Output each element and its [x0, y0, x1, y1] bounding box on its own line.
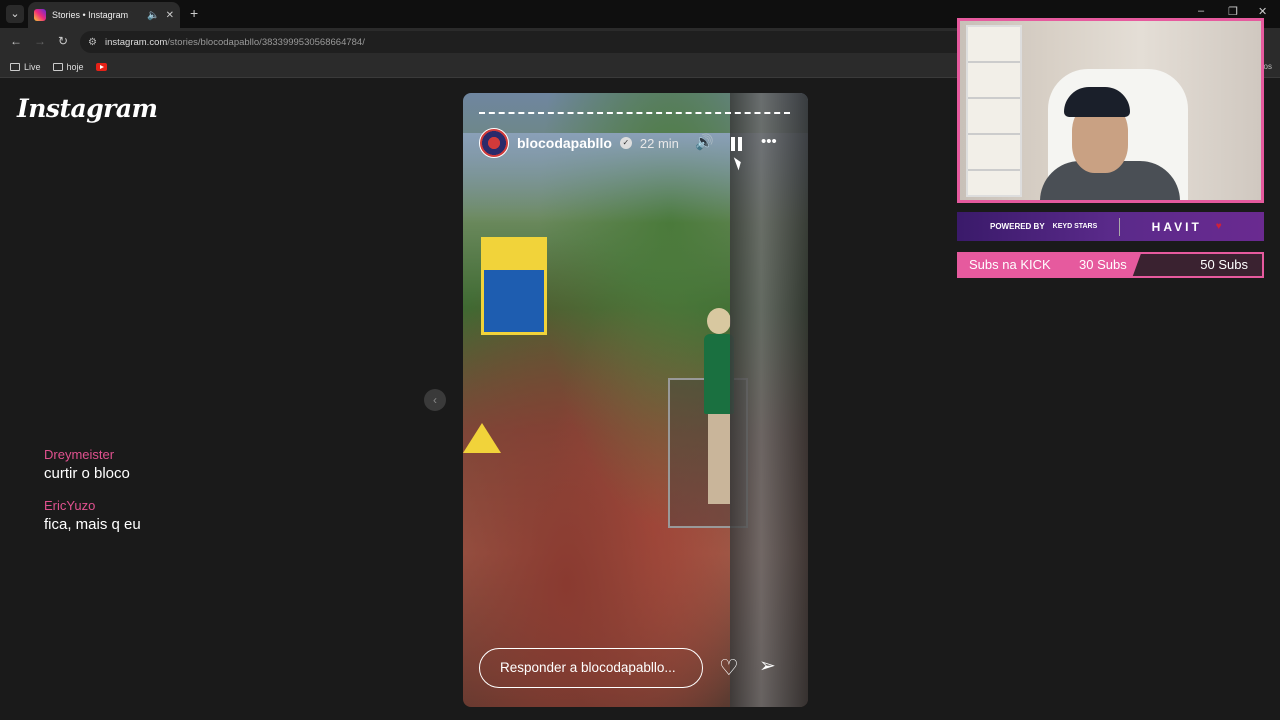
story-username[interactable]: blocodapabllo [517, 135, 612, 151]
folder-icon [10, 62, 20, 71]
window-close-icon[interactable]: ✕ [1258, 5, 1267, 18]
chat-text: fica, mais q eu [44, 516, 141, 533]
story-progress-bar [479, 112, 790, 114]
webcam-person-cap [1064, 87, 1130, 117]
powered-by-label: POWERED BY [990, 222, 1045, 231]
pause-icon[interactable] [731, 137, 742, 151]
tab-title: Stories • Instagram [52, 10, 129, 20]
youtube-icon [95, 62, 107, 71]
minimize-icon[interactable]: – [1198, 5, 1204, 17]
story-media-umbrella [463, 423, 501, 453]
story-media-truck [730, 93, 808, 707]
tab-audio-icon[interactable]: 🔈 [147, 10, 159, 21]
chat-username: EricYuzo [44, 498, 96, 513]
story-viewer[interactable]: blocodapabllo ✓ 22 min 🔊 ••• Responder a… [463, 93, 808, 707]
bookmarks-overflow[interactable]: os [1264, 62, 1272, 71]
forward-icon[interactable]: → [34, 34, 46, 48]
havit-logo: HAVIT [1151, 219, 1202, 234]
chat-username: Dreymeister [44, 447, 115, 462]
bookmark-hoje[interactable]: hoje [52, 61, 84, 72]
chat-text: curtir o bloco [44, 465, 130, 482]
send-icon[interactable]: ➢ [759, 655, 776, 677]
new-tab-button[interactable]: + [190, 5, 198, 21]
stream-chat: Dreymeister curtir o bloco EricYuzo fica… [44, 447, 141, 549]
instagram-logo[interactable]: Instagram [17, 94, 158, 123]
verified-badge-icon: ✓ [619, 137, 632, 149]
bookmark-youtube[interactable] [95, 62, 107, 71]
like-heart-icon[interactable]: ♡ [719, 657, 739, 679]
sponsor-divider [1118, 217, 1120, 236]
havit-mark-icon: ♥ [1215, 221, 1222, 232]
reply-input[interactable]: Responder a blocodapabllo... [479, 648, 703, 688]
keyd-stars-logo: KEYD STARS [1052, 222, 1098, 230]
bookmark-live[interactable]: Live [10, 62, 41, 72]
mute-icon[interactable]: 🔊 [695, 133, 714, 151]
back-icon[interactable]: ← [10, 34, 22, 48]
story-media-banner [481, 237, 547, 335]
chat-message: EricYuzo fica, mais q eu [44, 498, 141, 533]
sub-goal-bar: Subs na KICK 30 Subs 50 Subs [957, 252, 1264, 278]
webcam-overlay [957, 18, 1264, 203]
url-text: instagram.com/stories/blocodapabllo/3833… [104, 36, 365, 48]
avatar[interactable] [479, 128, 509, 158]
tab-close-icon[interactable]: ✕ [166, 10, 174, 21]
tab-search-icon[interactable]: ⌄ [6, 5, 24, 23]
sub-goal-target: 50 Subs [1200, 257, 1248, 272]
site-info-icon[interactable]: ⚙ [88, 37, 97, 48]
story-timestamp: 22 min [639, 135, 679, 151]
sub-goal-label: Subs na KICK [969, 257, 1051, 272]
tab-instagram[interactable]: Stories • Instagram 🔈 ✕ [28, 2, 180, 28]
sponsor-banner: POWERED BY KEYD STARS HAVIT ♥ [957, 212, 1264, 241]
previous-story-button[interactable]: ‹ [424, 389, 446, 411]
chat-message: Dreymeister curtir o bloco [44, 447, 141, 482]
reload-icon[interactable]: ↻ [58, 34, 68, 48]
instagram-favicon-icon [34, 9, 46, 21]
bookmark-label: hoje [66, 61, 84, 72]
sub-goal-current: 30 Subs [1079, 257, 1127, 272]
bookmark-label: Live [24, 61, 41, 72]
story-header: blocodapabllo ✓ 22 min [479, 127, 791, 159]
restore-icon[interactable]: ❐ [1228, 5, 1238, 18]
more-options-icon[interactable]: ••• [761, 133, 777, 150]
folder-icon [52, 62, 63, 71]
webcam-bookshelf [966, 25, 1022, 197]
